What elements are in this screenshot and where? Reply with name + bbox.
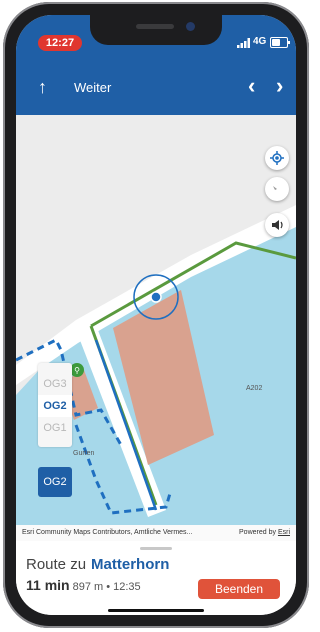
sheet-handle[interactable] (140, 547, 172, 550)
route-title: Route zu Matterhorn (26, 556, 169, 573)
locate-button[interactable] (265, 146, 289, 170)
powered-by: Powered by Esri (239, 525, 290, 541)
svg-text:⚲: ⚲ (74, 366, 80, 375)
arrow-up-icon[interactable]: ↑ (38, 77, 47, 98)
powered-prefix: Powered by (239, 529, 276, 536)
room-label-a202: A202 (246, 385, 263, 392)
end-route-button[interactable]: Beenden (198, 579, 280, 599)
chevron-left-icon[interactable]: ‹ (248, 73, 255, 99)
speaker-icon (272, 220, 283, 230)
route-distance-time: 897 m • 12:35 (72, 581, 141, 593)
screen: 12:27 4G ↑ Weiter ‹ › ⚲ A202 Gurten OG3 … (16, 15, 296, 615)
route-eta: 11 min 897 m • 12:35 (26, 577, 141, 593)
signal-icon (237, 38, 250, 48)
map-view[interactable]: ⚲ A202 Gurten OG3 OG2 OG1 OG2 Esri Commu… (16, 115, 296, 541)
status-time: 12:27 (38, 35, 82, 51)
esri-link[interactable]: Esri (278, 529, 290, 536)
location-dot (150, 291, 162, 303)
nav-title: Weiter (74, 80, 112, 95)
map-attribution: Esri Community Maps Contributors, Amtlic… (16, 525, 296, 541)
floor-toggle-button[interactable]: OG2 (38, 467, 72, 497)
floor-og2[interactable]: OG2 (38, 395, 72, 417)
route-duration: 11 min (26, 577, 70, 593)
compass-icon (273, 186, 281, 192)
nav-bar: ↑ Weiter ‹ › (16, 61, 296, 115)
floor-og1[interactable]: OG1 (38, 417, 72, 439)
speaker (136, 24, 174, 29)
notch (90, 15, 222, 45)
route-destination: Matterhorn (91, 556, 170, 573)
camera (186, 22, 195, 31)
attribution-text: Esri Community Maps Contributors, Amtlic… (22, 529, 193, 536)
phone-frame: 12:27 4G ↑ Weiter ‹ › ⚲ A202 Gurten OG3 … (3, 2, 309, 628)
floor-selector: OG3 OG2 OG1 (38, 363, 72, 447)
floor-og3[interactable]: OG3 (38, 373, 72, 395)
home-indicator[interactable] (108, 609, 204, 612)
compass-button[interactable] (265, 177, 289, 201)
sound-button[interactable] (265, 213, 289, 237)
room-label-gurten: Gurten (73, 450, 95, 457)
network-type: 4G (253, 36, 267, 47)
route-sheet: Route zu Matterhorn 11 min 897 m • 12:35 B… (16, 541, 296, 615)
locate-icon (270, 151, 284, 165)
chevron-right-icon[interactable]: › (276, 73, 283, 99)
battery-icon (270, 37, 290, 48)
route-prefix: Route zu (26, 556, 87, 573)
status-bar: 12:27 4G (16, 15, 296, 61)
